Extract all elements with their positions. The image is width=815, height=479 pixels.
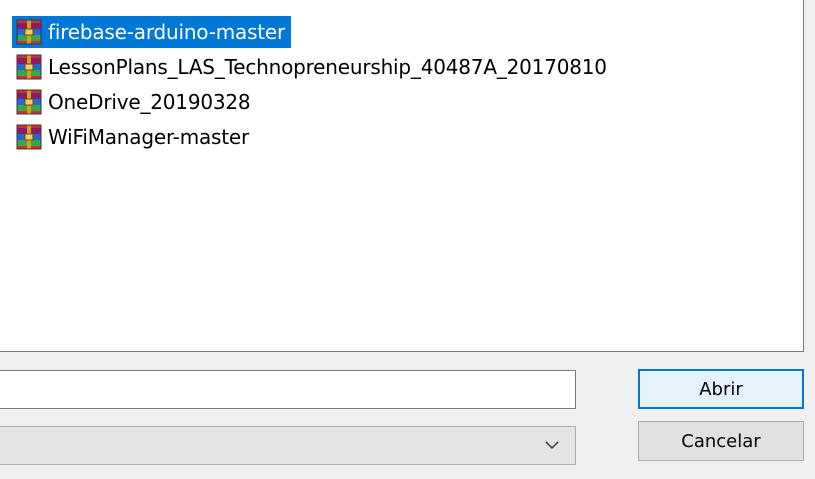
filename-input[interactable] xyxy=(0,370,576,409)
file-item-lessonplans[interactable]: LessonPlans_LAS_Technopreneurship_40487A… xyxy=(12,51,613,83)
winrar-archive-icon xyxy=(16,124,42,150)
file-name: firebase-arduino-master xyxy=(48,20,286,44)
file-name: LessonPlans_LAS_Technopreneurship_40487A… xyxy=(48,55,607,79)
chevron-down-icon xyxy=(545,441,559,449)
file-item-onedrive[interactable]: OneDrive_20190328 xyxy=(12,86,256,118)
winrar-archive-icon xyxy=(16,54,42,80)
file-name: OneDrive_20190328 xyxy=(48,90,251,114)
cancel-button[interactable]: Cancelar xyxy=(638,421,804,461)
winrar-archive-icon xyxy=(16,89,42,115)
winrar-archive-icon xyxy=(16,19,42,45)
file-item-wifimanager-master[interactable]: WiFiManager-master xyxy=(12,121,255,153)
file-list[interactable]: firebase-arduino-master LessonPlans_LAS_… xyxy=(0,0,804,352)
file-item-firebase-arduino-master[interactable]: firebase-arduino-master xyxy=(12,16,292,48)
filetype-select[interactable] xyxy=(0,426,576,465)
file-name: WiFiManager-master xyxy=(48,125,250,149)
open-button[interactable]: Abrir xyxy=(638,369,804,409)
